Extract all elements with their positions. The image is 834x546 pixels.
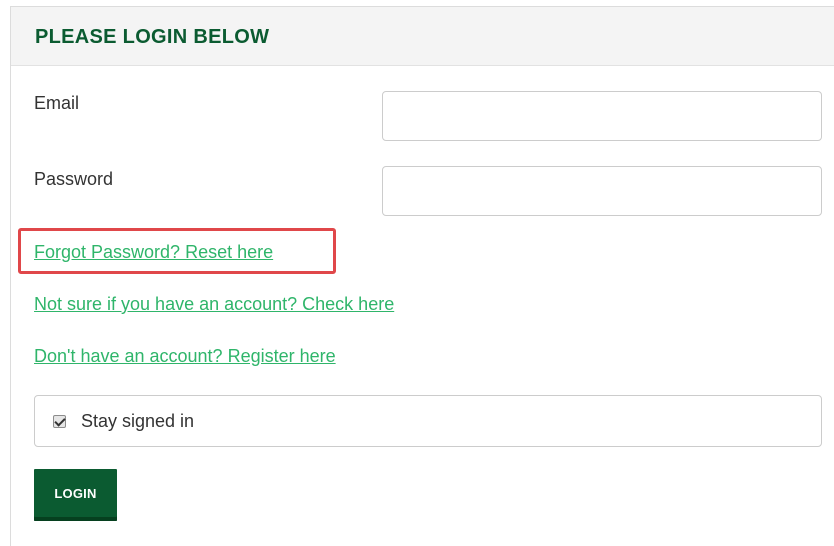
stay-signed-in-checkbox[interactable] <box>53 414 66 428</box>
check-account-link[interactable]: Not sure if you have an account? Check h… <box>34 294 394 315</box>
panel-title: PLEASE LOGIN BELOW <box>35 25 270 48</box>
forgot-password-link[interactable]: Forgot Password? Reset here <box>34 242 273 263</box>
password-label: Password <box>34 169 114 189</box>
login-button[interactable]: LOGIN <box>34 469 117 521</box>
stay-signed-in-box: Stay signed in <box>34 395 822 447</box>
email-label: Email <box>34 93 80 113</box>
login-panel: PLEASE LOGIN BELOW Email Password Forgot… <box>10 6 834 546</box>
stay-signed-in-label[interactable]: Stay signed in <box>81 411 194 432</box>
register-link[interactable]: Don't have an account? Register here <box>34 346 336 367</box>
password-field[interactable] <box>382 166 822 216</box>
email-field[interactable] <box>382 91 822 141</box>
panel-header: PLEASE LOGIN BELOW <box>11 7 834 66</box>
